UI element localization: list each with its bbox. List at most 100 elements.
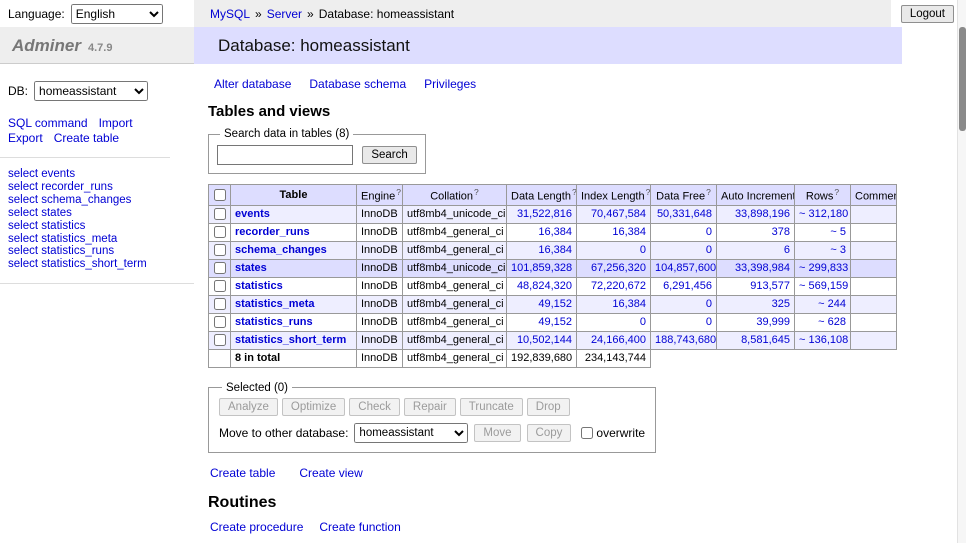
check-button[interactable]: Check [349, 398, 400, 416]
data-free-link[interactable]: 0 [706, 298, 712, 310]
rows-count-link[interactable]: ~ 312,180 [799, 208, 848, 220]
index-length-link[interactable]: 0 [640, 316, 646, 328]
sidebar-select-statistics-short-term[interactable]: select statistics_short_term [8, 258, 186, 271]
data-length-link[interactable]: 31,522,816 [517, 208, 572, 220]
link-create-procedure[interactable]: Create procedure [210, 520, 303, 534]
copy-button[interactable]: Copy [527, 424, 572, 442]
row-checkbox-statistics-meta[interactable] [214, 298, 226, 310]
hint-link[interactable]: ? [396, 187, 401, 197]
rows-count-link[interactable]: ~ 628 [818, 316, 846, 328]
breadcrumb-link-mysql[interactable]: MySQL [210, 7, 250, 21]
overwrite-checkbox[interactable] [581, 427, 593, 439]
table-name-link-statistics-short-term[interactable]: statistics_short_term [235, 334, 346, 346]
link-create-view[interactable]: Create view [299, 466, 362, 480]
row-checkbox-schema-changes[interactable] [214, 244, 226, 256]
table-name-link-recorder-runs[interactable]: recorder_runs [235, 226, 310, 238]
sidebar-select-events[interactable]: select events [8, 168, 186, 181]
nav-link-privileges[interactable]: Privileges [424, 77, 476, 91]
data-free-link[interactable]: 0 [706, 226, 712, 238]
nav-link-database-schema[interactable]: Database schema [309, 77, 406, 91]
data-free-link[interactable]: 50,331,648 [657, 208, 712, 220]
index-length-link[interactable]: 72,220,672 [591, 280, 646, 292]
table-name-link-events[interactable]: events [235, 208, 270, 220]
sidebar-link-create-table[interactable]: Create table [54, 131, 119, 146]
sidebar-select-recorder-runs[interactable]: select recorder_runs [8, 181, 186, 194]
rows-count-link[interactable]: ~ 5 [830, 226, 846, 238]
data-length-link[interactable]: 101,859,328 [511, 262, 572, 274]
nav-link-alter-database[interactable]: Alter database [214, 77, 291, 91]
repair-button[interactable]: Repair [404, 398, 456, 416]
row-checkbox-recorder-runs[interactable] [214, 226, 226, 238]
auto-increment-link[interactable]: 325 [772, 298, 790, 310]
data-free-link[interactable]: 0 [706, 244, 712, 256]
data-length-link[interactable]: 49,152 [538, 298, 572, 310]
auto-increment-link[interactable]: 913,577 [750, 280, 790, 292]
sidebar-select-statistics[interactable]: select statistics [8, 220, 186, 233]
sidebar-select-statistics-runs[interactable]: select statistics_runs [8, 245, 186, 258]
vertical-scrollbar[interactable] [957, 0, 966, 543]
index-length-link[interactable]: 0 [640, 244, 646, 256]
hint-link[interactable]: ? [572, 187, 577, 197]
data-length-link[interactable]: 49,152 [538, 316, 572, 328]
rows-count-link[interactable]: ~ 569,159 [799, 280, 848, 292]
index-length-link[interactable]: 16,384 [612, 226, 646, 238]
data-length-link[interactable]: 16,384 [538, 244, 572, 256]
rows-count-link[interactable]: ~ 244 [818, 298, 846, 310]
sidebar-select-schema-changes[interactable]: select schema_changes [8, 194, 186, 207]
search-button[interactable]: Search [362, 146, 416, 164]
rows-count-link[interactable]: ~ 136,108 [799, 334, 848, 346]
index-length-link[interactable]: 24,166,400 [591, 334, 646, 346]
hint-link[interactable]: ? [474, 187, 479, 197]
db-select[interactable]: homeassistant [34, 81, 148, 101]
data-free-link[interactable]: 104,857,600 [655, 262, 716, 274]
auto-increment-link[interactable]: 33,898,196 [735, 208, 790, 220]
drop-button[interactable]: Drop [527, 398, 570, 416]
sidebar-link-import[interactable]: Import [99, 116, 133, 131]
data-length-link[interactable]: 16,384 [538, 226, 572, 238]
row-checkbox-statistics-short-term[interactable] [214, 334, 226, 346]
breadcrumb-link-server[interactable]: Server [267, 7, 302, 21]
hint-link[interactable]: ? [706, 187, 711, 197]
move-button[interactable]: Move [474, 424, 520, 442]
index-length-link[interactable]: 16,384 [612, 298, 646, 310]
row-checkbox-statistics-runs[interactable] [214, 316, 226, 328]
index-length-link[interactable]: 67,256,320 [591, 262, 646, 274]
table-name-link-statistics-runs[interactable]: statistics_runs [235, 316, 313, 328]
sidebar-select-statistics-meta[interactable]: select statistics_meta [8, 233, 186, 246]
index-length-link[interactable]: 70,467,584 [591, 208, 646, 220]
row-checkbox-statistics[interactable] [214, 280, 226, 292]
move-db-select[interactable]: homeassistant [354, 423, 468, 443]
row-checkbox-events[interactable] [214, 208, 226, 220]
data-free-link[interactable]: 6,291,456 [663, 280, 712, 292]
logout-button[interactable]: Logout [901, 5, 954, 23]
data-length-link[interactable]: 10,502,144 [517, 334, 572, 346]
hint-link[interactable]: ? [834, 187, 839, 197]
scrollbar-thumb[interactable] [959, 27, 966, 131]
auto-increment-link[interactable]: 6 [784, 244, 790, 256]
auto-increment-link[interactable]: 378 [772, 226, 790, 238]
select-all-checkbox[interactable] [214, 189, 226, 201]
data-length-link[interactable]: 48,824,320 [517, 280, 572, 292]
analyze-button[interactable]: Analyze [219, 398, 278, 416]
sidebar-link-export[interactable]: Export [8, 131, 43, 146]
language-select[interactable]: English [71, 4, 163, 24]
search-input[interactable] [217, 145, 353, 165]
truncate-button[interactable]: Truncate [460, 398, 523, 416]
link-create-table[interactable]: Create table [210, 466, 275, 480]
link-create-function[interactable]: Create function [319, 520, 400, 534]
data-free-link[interactable]: 0 [706, 316, 712, 328]
table-name-link-statistics-meta[interactable]: statistics_meta [235, 298, 315, 310]
app-name-link[interactable]: Adminer [12, 36, 81, 56]
optimize-button[interactable]: Optimize [282, 398, 345, 416]
table-name-link-states[interactable]: states [235, 262, 267, 274]
rows-count-link[interactable]: ~ 3 [830, 244, 846, 256]
auto-increment-link[interactable]: 39,999 [756, 316, 790, 328]
auto-increment-link[interactable]: 33,398,984 [735, 262, 790, 274]
row-checkbox-states[interactable] [214, 262, 226, 274]
sidebar-select-states[interactable]: select states [8, 207, 186, 220]
data-free-link[interactable]: 188,743,680 [655, 334, 716, 346]
auto-increment-link[interactable]: 8,581,645 [741, 334, 790, 346]
sidebar-link-sql-command[interactable]: SQL command [8, 116, 88, 131]
rows-count-link[interactable]: ~ 299,833 [799, 262, 848, 274]
table-name-link-schema-changes[interactable]: schema_changes [235, 244, 327, 256]
